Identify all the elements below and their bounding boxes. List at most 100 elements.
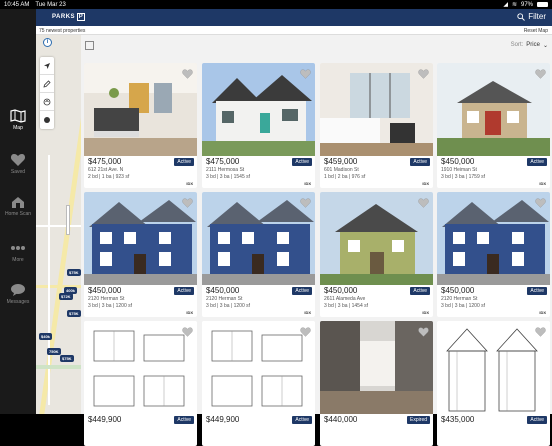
logo-text: PARKS xyxy=(52,14,76,20)
idx-logo: IDX xyxy=(539,181,546,186)
status-badge: Expired xyxy=(407,416,430,424)
globe-icon[interactable] xyxy=(40,111,54,129)
favorite-heart-icon[interactable] xyxy=(182,195,193,208)
favorite-heart-icon[interactable] xyxy=(300,195,311,208)
status-right: ◢ ≋ 97% xyxy=(503,1,548,8)
listing-photo[interactable] xyxy=(202,63,315,156)
battery-percent: 97% xyxy=(520,1,533,8)
listing-price: $435,000 xyxy=(441,415,475,424)
signal-icon: ◢ xyxy=(503,2,508,8)
status-badge: Active xyxy=(174,158,194,166)
status-badge: Active xyxy=(410,158,430,166)
logo-mark: P xyxy=(77,13,86,21)
status-date: Tue Mar 23 xyxy=(35,1,66,8)
favorite-heart-icon[interactable] xyxy=(535,324,546,337)
listing-card[interactable]: $435,000 Active xyxy=(437,321,550,446)
listing-card[interactable]: $449,900 Active xyxy=(84,321,197,446)
listing-photo[interactable] xyxy=(320,321,433,414)
listing-specs: 2 bd | 1 ba | 923 sf xyxy=(88,174,130,180)
map-price-pin[interactable]: $75K xyxy=(67,310,81,317)
battery-icon xyxy=(537,2,548,7)
listing-price: $450,000 xyxy=(441,286,475,295)
listing-card[interactable]: $440,000 Expired xyxy=(320,321,433,446)
map-info-button[interactable]: i xyxy=(43,38,52,47)
status-time: 10:45 AM xyxy=(4,1,30,8)
listing-price: $475,000 xyxy=(88,157,122,166)
more-dots-icon xyxy=(10,241,26,255)
listing-card[interactable]: $450,000 Active 2120 Herman St 3 bd | 3 ba … xyxy=(202,192,315,317)
listing-specs: 1 bd | 2 ba | 976 sf xyxy=(324,174,366,180)
results-bar: 75 newest properties Reset Map xyxy=(36,26,552,35)
map-price-pin[interactable]: $75K xyxy=(60,355,74,362)
listing-photo[interactable] xyxy=(84,192,197,285)
status-badge: Active xyxy=(174,287,194,295)
listing-card[interactable]: $475,000 Active 2111 Hermosa St 3 bd | 3 ba… xyxy=(202,63,315,188)
favorite-heart-icon[interactable] xyxy=(300,324,311,337)
favorite-heart-icon[interactable] xyxy=(418,66,429,79)
listing-photo[interactable] xyxy=(437,63,550,156)
sort-label: Sort: xyxy=(510,42,524,48)
idx-logo: IDX xyxy=(186,310,193,315)
listing-specs: 3 bd | 3 ba | 1454 sf xyxy=(324,303,369,309)
listing-card[interactable]: $450,000 Active 2120 Herman St 3 bd | 3 ba … xyxy=(84,192,197,317)
sidebar-item-saved[interactable]: Saved xyxy=(0,153,36,175)
layers-icon[interactable] xyxy=(40,93,54,111)
filter-button[interactable]: Filter xyxy=(517,12,546,21)
favorite-heart-icon[interactable] xyxy=(418,324,429,337)
expand-icon[interactable] xyxy=(85,41,94,50)
favorite-heart-icon[interactable] xyxy=(300,66,311,79)
map-view[interactable]: i $75K 400k $72K $75K $40k 750K $75K xyxy=(36,35,81,414)
filter-label: Filter xyxy=(528,12,546,21)
favorite-heart-icon[interactable] xyxy=(182,324,193,337)
listing-photo[interactable] xyxy=(84,63,197,156)
status-bar: 10:45 AM Tue Mar 23 ◢ ≋ 97% xyxy=(0,0,552,9)
map-price-pin[interactable]: 750K xyxy=(47,348,61,355)
favorite-heart-icon[interactable] xyxy=(418,195,429,208)
sidebar-item-messages[interactable]: Messages xyxy=(0,283,36,305)
listing-price: $475,000 xyxy=(206,157,240,166)
sidebar-item-home-scan[interactable]: Home Scan xyxy=(0,195,36,217)
map-scroll-handle[interactable] xyxy=(66,205,70,235)
map-price-pin[interactable]: $75K xyxy=(67,269,81,276)
listing-specs: 3 bd | 3 ba | 1200 sf xyxy=(88,303,133,309)
favorite-heart-icon[interactable] xyxy=(535,66,546,79)
locate-icon[interactable] xyxy=(40,57,54,75)
listing-photo[interactable] xyxy=(320,63,433,156)
listing-card[interactable]: $450,000 Active 2611 Alameda Ave 3 bd | 3 b… xyxy=(320,192,433,317)
reset-map-button[interactable]: Reset Map xyxy=(524,28,548,34)
listing-card[interactable]: $459,000 Active 601 Madison St 1 bd | 2 ba … xyxy=(320,63,433,188)
listing-photo[interactable] xyxy=(202,321,315,414)
map-price-pin[interactable]: $72K xyxy=(59,293,73,300)
map-price-pin[interactable]: $40k xyxy=(39,333,52,340)
idx-logo: IDX xyxy=(186,181,193,186)
sidebar-item-label: Saved xyxy=(10,169,26,175)
sidebar-item-map[interactable]: Map xyxy=(0,109,36,131)
app-logo: PARKS P xyxy=(52,13,86,21)
listing-photo[interactable] xyxy=(202,192,315,285)
sort-control[interactable]: Sort: Price ⌄ xyxy=(511,42,548,49)
favorite-heart-icon[interactable] xyxy=(182,66,193,79)
listing-price: $449,900 xyxy=(206,415,240,424)
listing-card[interactable]: $475,000 Active 612 21st Ave. N2 bd | 1 ba… xyxy=(84,63,197,188)
listing-photo[interactable] xyxy=(84,321,197,414)
listing-card[interactable]: $449,900 Active xyxy=(202,321,315,446)
listing-address: 2111 Hermosa St xyxy=(206,167,245,173)
house-scan-icon xyxy=(10,195,26,209)
listing-specs: 3 bd | 3 ba | 1200 sf xyxy=(206,303,251,309)
listing-photo[interactable] xyxy=(437,192,550,285)
wifi-icon: ≋ xyxy=(511,2,517,8)
listing-price: $450,000 xyxy=(88,286,122,295)
listing-card[interactable]: $450,000 Active 2120 Herman St 3 bd | 3 ba … xyxy=(437,192,550,317)
sidebar: Map Saved Home Scan More Messages xyxy=(0,9,36,414)
listing-photo[interactable] xyxy=(437,321,550,414)
listing-address: 2120 Herman St xyxy=(441,296,478,302)
listing-specs: 3 bd | 3 ba | 1200 sf xyxy=(441,303,486,309)
draw-icon[interactable] xyxy=(40,75,54,93)
listing-photo[interactable] xyxy=(320,192,433,285)
chevron-down-icon: ⌄ xyxy=(542,43,548,49)
sidebar-item-label: More xyxy=(12,257,24,263)
favorite-heart-icon[interactable] xyxy=(535,195,546,208)
sidebar-item-more[interactable]: More xyxy=(0,241,36,263)
listing-card[interactable]: $450,000 Active 1910 Heiman St 3 bd | 3 ba … xyxy=(437,63,550,188)
listing-price: $449,900 xyxy=(88,415,122,424)
